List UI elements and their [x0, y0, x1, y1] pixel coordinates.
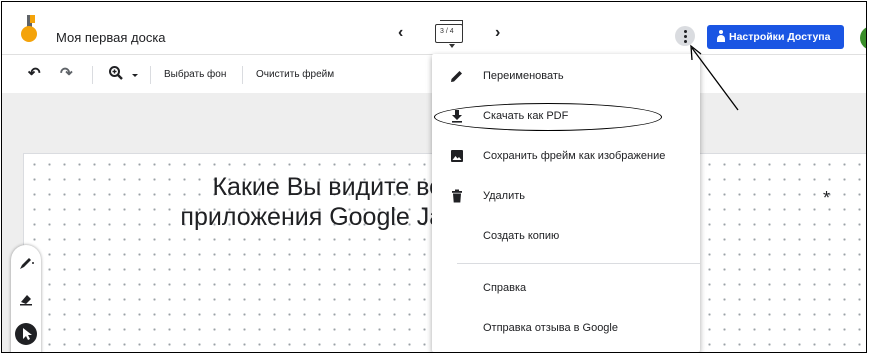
select-cursor-icon[interactable] [15, 323, 37, 345]
menu-item-delete[interactable]: Удалить [432, 177, 700, 217]
pencil-icon [451, 71, 462, 82]
menu-divider [457, 263, 700, 264]
menu-item-label: Создать копию [483, 230, 560, 242]
menu-item-save-image[interactable]: Сохранить фрейм как изображение [432, 137, 700, 177]
menu-item-label: Отправка отзыва в Google [483, 322, 618, 334]
board-title[interactable]: Моя первая доска [56, 30, 166, 45]
dot [683, 40, 687, 43]
chevron-down-icon[interactable] [132, 74, 138, 77]
menu-item-label: Переименовать [483, 70, 564, 82]
chevron-down-icon [449, 44, 455, 48]
asterisk-mark: * [823, 188, 831, 208]
menu-item-make-copy[interactable]: Создать копию [432, 217, 700, 257]
tool-palette [11, 245, 41, 352]
dot [683, 30, 687, 33]
menu-item-feedback[interactable]: Отправка отзыва в Google [432, 309, 700, 349]
redo-icon[interactable]: ↷ [60, 64, 73, 82]
share-button-label: Настройки Доступа [729, 31, 831, 43]
next-frame-button[interactable]: › [495, 24, 500, 42]
download-icon [452, 110, 462, 123]
menu-item-label: Скачать как PDF [483, 110, 569, 122]
clear-frame-button[interactable]: Очистить фрейм [256, 69, 334, 80]
set-background-button[interactable]: Выбрать фон [164, 69, 226, 80]
previous-frame-button[interactable]: ‹ [398, 24, 403, 42]
image-icon [451, 150, 463, 162]
pen-icon[interactable] [16, 253, 36, 273]
divider [242, 66, 243, 84]
more-options-button[interactable] [675, 26, 695, 46]
frame-bar-toggle[interactable]: 3 / 4 [435, 20, 463, 43]
divider [92, 66, 93, 84]
top-bar: Моя первая доска ‹ 3 / 4 › Настройки Дос… [2, 2, 866, 54]
jamboard-window: Моя первая доска ‹ 3 / 4 › Настройки Дос… [1, 1, 867, 353]
menu-item-label: Удалить [483, 190, 525, 202]
jamboard-logo-icon[interactable] [18, 13, 40, 43]
menu-item-download-pdf[interactable]: Скачать как PDF [432, 97, 700, 137]
zoom-icon[interactable] [108, 65, 124, 81]
more-options-menu: Переименовать Скачать как PDF Сохранить … [432, 54, 700, 352]
menu-item-label: Сохранить фрейм как изображение [483, 150, 666, 162]
menu-item-label: Справка [483, 282, 527, 294]
trash-icon [452, 189, 462, 203]
menu-item-help[interactable]: Справка [432, 269, 700, 309]
undo-icon[interactable]: ↶ [28, 64, 41, 82]
share-button[interactable]: Настройки Доступа [707, 25, 844, 49]
divider [150, 66, 151, 84]
dot [683, 35, 687, 38]
menu-item-rename[interactable]: Переименовать [432, 57, 700, 97]
avatar[interactable] [860, 26, 866, 50]
frame-counter-label: 3 / 4 [440, 28, 454, 35]
eraser-icon[interactable] [16, 289, 36, 309]
person-icon [717, 30, 725, 43]
